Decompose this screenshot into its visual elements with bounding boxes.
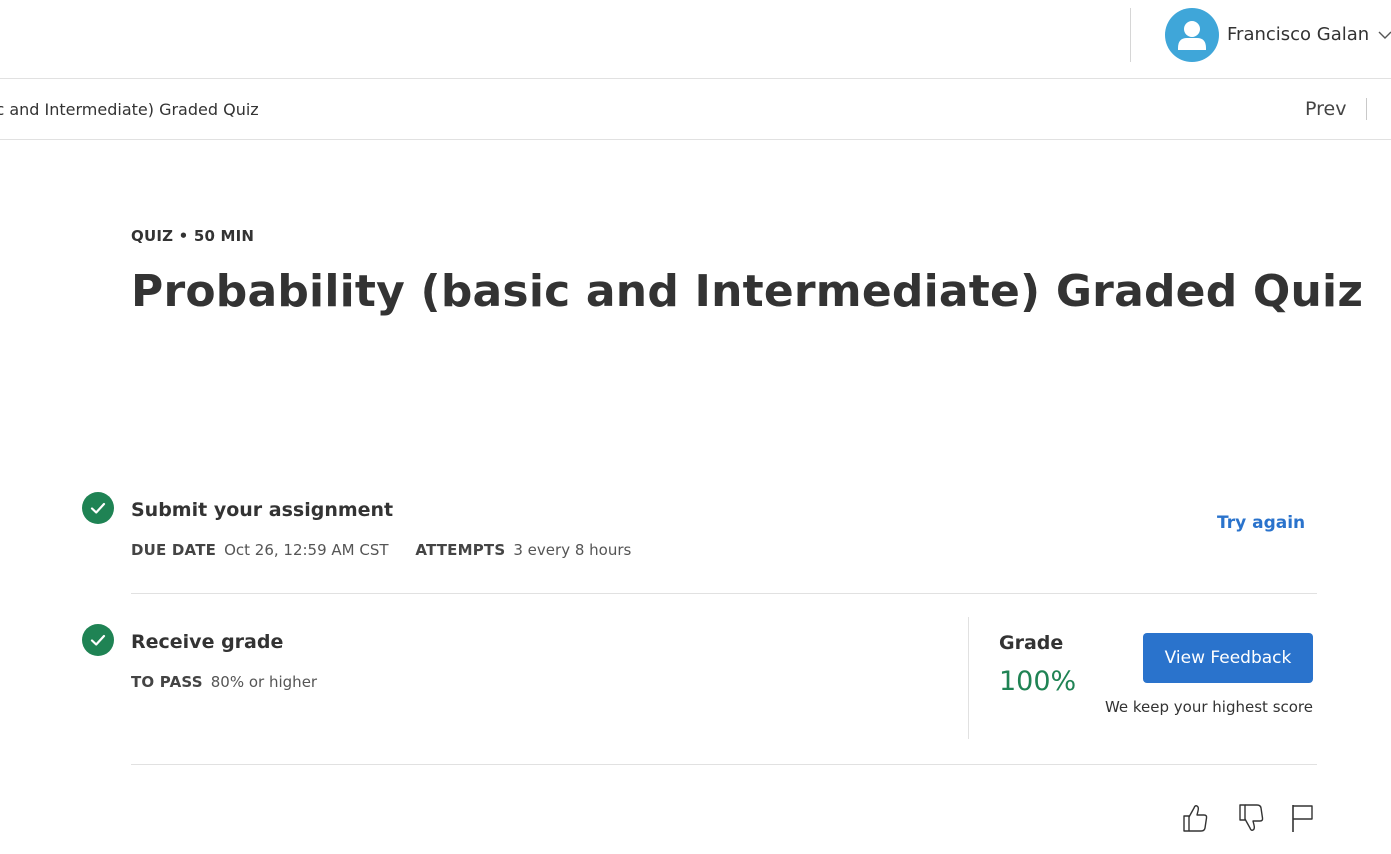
chevron-down-icon[interactable]	[1377, 27, 1391, 43]
avatar[interactable]	[1165, 7, 1219, 62]
due-date-key: DUE DATE	[131, 541, 217, 559]
try-again-button[interactable]: Try again	[1217, 513, 1305, 533]
thumbs-down-icon[interactable]	[1236, 802, 1266, 834]
section-divider	[131, 593, 1317, 594]
attempts-key: ATTEMPTS	[415, 541, 506, 559]
attempts-value: 3 every 8 hours	[513, 541, 632, 559]
grade-complete-check-icon	[82, 624, 114, 656]
submit-step-title: Submit your assignment	[131, 499, 394, 521]
section-divider-bottom	[131, 764, 1317, 765]
top-header: Francisco Galan	[0, 0, 1391, 79]
breadcrumb[interactable]: ic and Intermediate) Graded Quiz	[0, 100, 259, 119]
header-divider	[1130, 8, 1131, 62]
grade-step-title: Receive grade	[131, 631, 284, 653]
to-pass-key: TO PASS	[131, 673, 203, 691]
user-menu[interactable]: Francisco Galan	[1165, 7, 1391, 62]
highest-score-note: We keep your highest score	[1104, 698, 1313, 716]
to-pass-value: 80% or higher	[210, 673, 318, 691]
breadcrumb-bar: ic and Intermediate) Graded Quiz Prev	[0, 79, 1391, 140]
grade-label: Grade	[999, 632, 1064, 654]
flag-icon[interactable]	[1288, 802, 1318, 834]
item-type-label: QUIZ • 50 MIN	[131, 227, 255, 245]
due-date-value: Oct 26, 12:59 AM CST	[224, 541, 389, 559]
grade-value: 100%	[999, 666, 1077, 697]
thumbs-up-icon[interactable]	[1180, 802, 1210, 834]
view-feedback-button[interactable]: View Feedback	[1143, 633, 1313, 683]
subbar-divider	[1366, 98, 1367, 120]
grade-divider	[968, 617, 969, 739]
submit-complete-check-icon	[82, 492, 114, 524]
submit-step-meta: DUE DATE Oct 26, 12:59 AM CST ATTEMPTS 3 e…	[131, 541, 653, 559]
user-name[interactable]: Francisco Galan	[1227, 24, 1369, 45]
page-title: Probability (basic and Intermediate) Gra…	[131, 266, 1364, 317]
user-icon	[1178, 20, 1206, 50]
prev-button[interactable]: Prev	[1305, 98, 1346, 120]
grade-step-meta: TO PASS 80% or higher	[131, 673, 339, 691]
